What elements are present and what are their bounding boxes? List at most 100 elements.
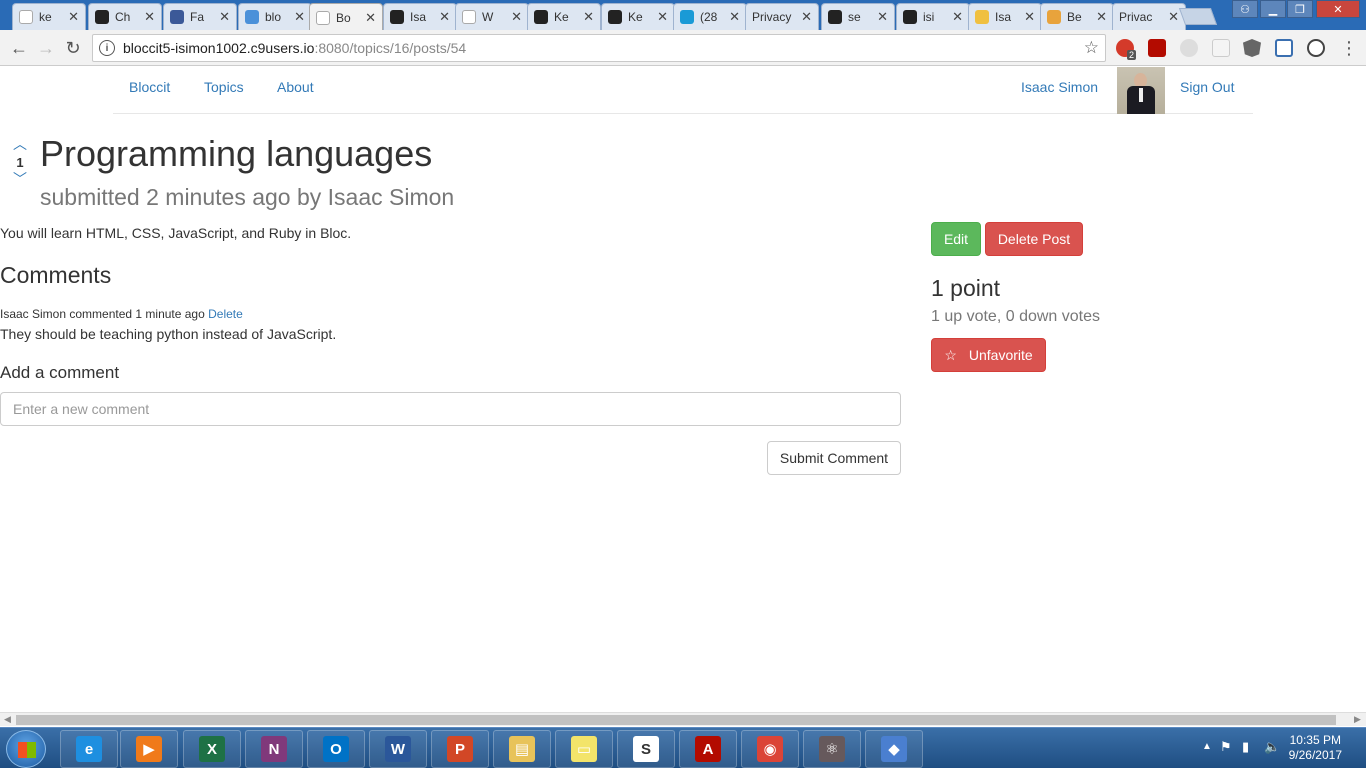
browser-tab[interactable]: Ch ✕ [88, 3, 162, 30]
delete-post-button[interactable]: Delete Post [985, 222, 1083, 256]
tab-close-icon[interactable]: ✕ [511, 9, 522, 25]
nav-brand-link[interactable]: Bloccit [129, 79, 170, 95]
menu-kebab-icon[interactable]: ⋮ [1338, 37, 1360, 59]
taskbar-app-button[interactable]: ▶ [120, 730, 178, 768]
action-center-flag-icon[interactable]: ⚑ [1220, 739, 1232, 755]
browser-tab[interactable]: W ✕ [455, 3, 529, 30]
tray-expand-icon[interactable]: ▲ [1202, 741, 1212, 752]
scroll-right-arrow-icon[interactable]: ▶ [1354, 714, 1361, 725]
taskbar-app-button[interactable]: ▭ [555, 730, 613, 768]
minimize-button[interactable]: ▁ [1260, 0, 1286, 18]
comment-author-time: Isaac Simon commented 1 minute ago [0, 307, 205, 321]
browser-tab[interactable]: Bo ✕ [309, 3, 383, 31]
att-icon [680, 10, 694, 24]
tab-close-icon[interactable]: ✕ [1024, 9, 1035, 25]
profile-icon[interactable]: ⚇ [1232, 0, 1258, 18]
tab-close-icon[interactable]: ✕ [657, 9, 668, 25]
browser-tab[interactable]: Privac ✕ [1112, 3, 1186, 30]
sync-extension-icon[interactable] [1307, 39, 1325, 57]
taskbar-app-button[interactable]: X [183, 730, 241, 768]
tab-close-icon[interactable]: ✕ [1168, 9, 1179, 25]
angular-extension-icon[interactable] [1243, 39, 1261, 57]
browser-tab[interactable]: ke ✕ [12, 3, 86, 30]
submit-comment-button[interactable]: Submit Comment [767, 441, 901, 475]
tab-close-icon[interactable]: ✕ [801, 9, 812, 25]
new-tab-button[interactable] [1178, 8, 1218, 25]
page-icon [316, 10, 330, 25]
taskbar-app-button[interactable]: N [245, 730, 303, 768]
tab-close-icon[interactable]: ✕ [219, 9, 230, 25]
taskbar-app-button[interactable]: O [307, 730, 365, 768]
taskbar-app-button[interactable]: ▤ [493, 730, 551, 768]
browser-tab[interactable]: Ke ✕ [601, 3, 675, 30]
browser-tab[interactable]: Ke ✕ [527, 3, 601, 30]
close-window-button[interactable]: ✕ [1316, 0, 1360, 18]
sign-out-link[interactable]: Sign Out [1180, 79, 1234, 95]
taskbar-clock[interactable]: 10:35 PM 9/26/2017 [1289, 733, 1342, 763]
tab-close-icon[interactable]: ✕ [439, 9, 450, 25]
cast-extension-icon[interactable] [1275, 39, 1293, 57]
nav-user-link[interactable]: Isaac Simon [1021, 79, 1098, 95]
downvote-chevron-icon[interactable]: ﹀ [10, 172, 30, 186]
upvote-chevron-icon[interactable]: ︿ [10, 137, 30, 151]
browser-tab[interactable]: isi ✕ [896, 3, 970, 30]
clock-time: 10:35 PM [1289, 733, 1341, 747]
tab-close-icon[interactable]: ✕ [294, 9, 305, 25]
tab-title: Ke [628, 10, 643, 24]
browser-tab[interactable]: Privacy ✕ [745, 3, 819, 30]
tab-close-icon[interactable]: ✕ [68, 9, 79, 25]
unfavorite-button[interactable]: ☆ Unfavorite [931, 338, 1046, 372]
maximize-button[interactable]: ❐ [1287, 0, 1313, 18]
tab-close-icon[interactable]: ✕ [144, 9, 155, 25]
chrome-icon: ◉ [757, 736, 783, 762]
bloc-icon [390, 10, 404, 24]
nav-topics-link[interactable]: Topics [204, 79, 244, 95]
nav-about-link[interactable]: About [277, 79, 314, 95]
taskbar-app-button[interactable]: P [431, 730, 489, 768]
browser-tab[interactable]: blo ✕ [238, 3, 312, 30]
forward-arrow-icon[interactable]: → [35, 37, 57, 59]
browser-tab[interactable]: Isa ✕ [383, 3, 457, 30]
address-bar[interactable]: i bloccit5-isimon1002.c9users.io:8080/to… [92, 34, 1106, 62]
acrobat-extension-icon[interactable] [1148, 39, 1166, 57]
reload-icon[interactable]: ↻ [62, 37, 84, 59]
volume-icon[interactable]: 🔈 [1264, 739, 1280, 755]
browser-tab[interactable]: (28 ✕ [673, 3, 747, 30]
horizontal-scrollbar[interactable]: ◀ ▶ [0, 712, 1366, 726]
browser-tab[interactable]: se ✕ [821, 3, 895, 30]
start-button[interactable] [6, 730, 46, 768]
power-icon[interactable]: ▮ [1242, 739, 1249, 755]
back-arrow-icon[interactable]: ← [8, 37, 30, 59]
taskbar-app-button[interactable]: S [617, 730, 675, 768]
bookmark-star-icon[interactable]: ☆ [1084, 38, 1099, 58]
taskbar-app-button[interactable]: ◉ [741, 730, 799, 768]
taskbar-app-button[interactable]: ⚛ [803, 730, 861, 768]
ublock-extension-icon[interactable] [1180, 39, 1198, 57]
taskbar-app-button[interactable]: e [60, 730, 118, 768]
blank-extension-icon[interactable] [1212, 39, 1230, 57]
scroll-left-arrow-icon[interactable]: ◀ [4, 714, 11, 725]
avatar[interactable] [1117, 67, 1165, 114]
browser-tab[interactable]: Be ✕ [1040, 3, 1114, 30]
taskbar-app-button[interactable]: W [369, 730, 427, 768]
url-host: bloccit5-isimon1002.c9users.io [123, 40, 315, 56]
tab-close-icon[interactable]: ✕ [877, 9, 888, 25]
scrollbar-thumb[interactable] [16, 715, 1336, 725]
pencil-icon [975, 10, 989, 24]
tab-title: Privac [1119, 10, 1153, 24]
tab-close-icon[interactable]: ✕ [1096, 9, 1107, 25]
comment-input[interactable] [0, 392, 901, 426]
taskbar-app-button[interactable]: A [679, 730, 737, 768]
browser-tab[interactable]: Fa ✕ [163, 3, 237, 30]
tab-close-icon[interactable]: ✕ [729, 9, 740, 25]
taskbar-app-button[interactable]: ◆ [865, 730, 923, 768]
edit-button[interactable]: Edit [931, 222, 981, 256]
comment-delete-link[interactable]: Delete [208, 307, 243, 321]
tab-close-icon[interactable]: ✕ [952, 9, 963, 25]
browser-tab[interactable]: Isa ✕ [968, 3, 1042, 30]
tab-title: Ke [554, 10, 569, 24]
site-info-icon[interactable]: i [99, 40, 115, 56]
tab-close-icon[interactable]: ✕ [583, 9, 594, 25]
tab-close-icon[interactable]: ✕ [365, 10, 376, 26]
acrobat-icon: A [695, 736, 721, 762]
